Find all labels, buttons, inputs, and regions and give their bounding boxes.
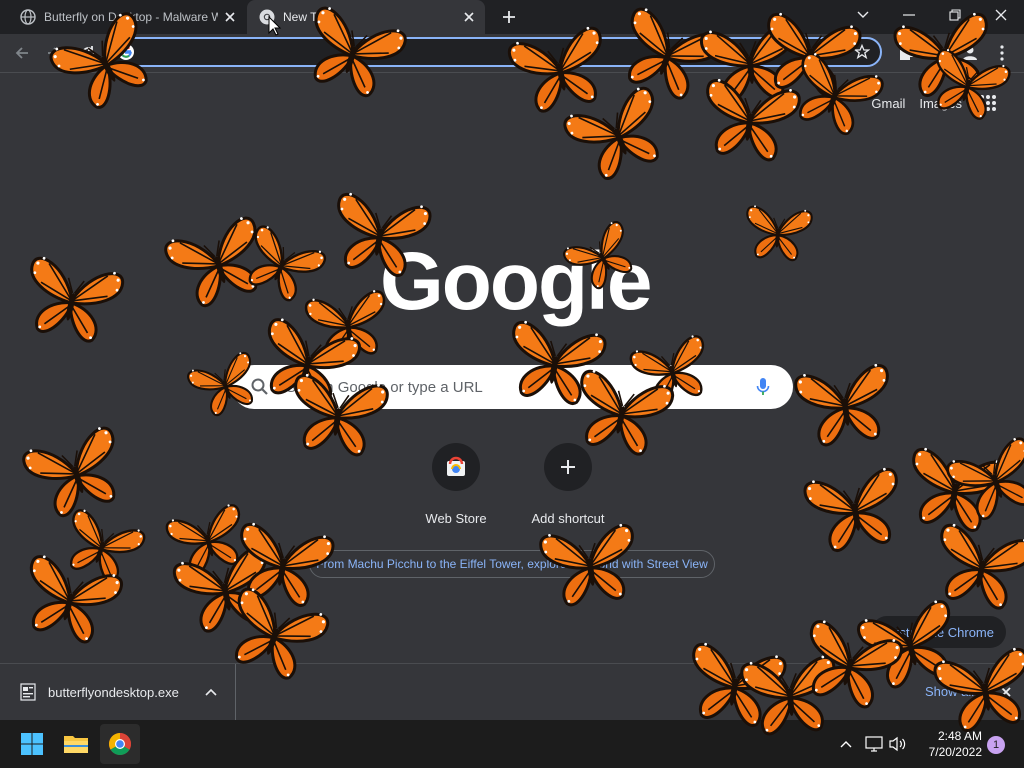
images-link[interactable]: Images	[919, 96, 962, 111]
globe-icon	[20, 9, 36, 25]
system-clock[interactable]: 2:48 AM 7/20/2022	[914, 728, 982, 760]
download-filename: butterflyondesktop.exe	[48, 684, 179, 700]
close-icon	[995, 9, 1007, 21]
ntp-header: Gmail Images	[871, 91, 1000, 115]
reload-button[interactable]	[74, 39, 102, 67]
new-tab-page: Gmail Images Google Search Google or typ…	[0, 73, 1024, 663]
profile-icon	[963, 46, 977, 60]
bookmark-star-icon[interactable]	[848, 38, 876, 66]
download-item[interactable]: butterflyondesktop.exe	[0, 664, 236, 720]
toolbar	[0, 34, 1024, 73]
chrome-menu-button[interactable]	[988, 39, 1016, 67]
minimize-icon	[903, 14, 915, 16]
clock-date: 7/20/2022	[928, 745, 982, 759]
arrow-left-icon	[15, 47, 28, 59]
tab-title: New Tab	[283, 10, 330, 24]
tab-butterfly-malware[interactable]: Butterfly on Desktop - Malware Warn	[8, 0, 246, 34]
restore-icon	[949, 9, 961, 21]
profile-button[interactable]	[956, 39, 984, 67]
google-logo: Google	[380, 236, 652, 327]
windows-logo-icon	[21, 733, 43, 755]
close-icon[interactable]	[996, 682, 1016, 702]
web-store-icon	[447, 456, 465, 476]
restore-button[interactable]	[932, 0, 978, 30]
google-apps-icon[interactable]	[976, 91, 1000, 115]
extensions-button[interactable]	[892, 39, 920, 67]
street-view-promo[interactable]: From Machu Picchu to the Eiffel Tower, e…	[309, 550, 715, 578]
search-input[interactable]	[284, 377, 749, 397]
tab-strip: Butterfly on Desktop - Malware Warn New …	[0, 0, 1024, 34]
chrome-taskbar-button[interactable]	[100, 724, 140, 764]
forward-button[interactable]	[40, 39, 68, 67]
windows-taskbar: 2:48 AM 7/20/2022	[0, 720, 1024, 768]
shortcut-label: Add shortcut	[531, 511, 605, 526]
search-icon	[250, 377, 270, 397]
show-all-downloads-link[interactable]: Show all	[925, 684, 974, 699]
search-box[interactable]	[232, 365, 793, 409]
folder-icon	[64, 736, 88, 753]
minimize-button[interactable]	[886, 0, 932, 30]
volume-icon[interactable]	[886, 732, 910, 756]
chevron-down-icon	[857, 11, 869, 18]
voice-search-icon[interactable]	[749, 373, 777, 401]
chevron-up-icon[interactable]	[201, 682, 221, 702]
back-button[interactable]	[8, 39, 36, 67]
plus-icon	[503, 11, 515, 23]
chrome-icon	[109, 733, 131, 755]
shortcut-add[interactable]: Add shortcut	[512, 443, 624, 526]
customize-chrome-button[interactable]: Customize Chrome	[870, 616, 1006, 648]
plus-icon	[561, 460, 575, 474]
kebab-menu-icon	[1000, 45, 1004, 61]
new-tab-button[interactable]	[498, 6, 520, 28]
address-bar[interactable]	[108, 37, 882, 67]
google-g-icon	[118, 44, 134, 60]
shortcut-label: Web Store	[425, 511, 487, 526]
file-explorer-button[interactable]	[56, 724, 96, 764]
chevron-up-icon[interactable]	[834, 732, 858, 756]
executable-file-icon	[20, 683, 36, 701]
close-window-button[interactable]	[978, 0, 1024, 30]
tab-new-tab[interactable]: New Tab	[247, 0, 485, 34]
arrow-right-icon	[48, 47, 61, 59]
download-bar: butterflyondesktop.exe Show all	[0, 663, 1024, 720]
close-tab-icon[interactable]	[218, 5, 242, 29]
close-tab-icon[interactable]	[457, 5, 481, 29]
notification-badge[interactable]: 1	[987, 736, 1005, 754]
clock-time: 2:48 AM	[937, 729, 982, 743]
mouse-cursor-icon	[268, 16, 282, 36]
shortcut-tile	[432, 443, 480, 491]
start-button[interactable]	[12, 724, 52, 764]
gmail-link[interactable]: Gmail	[871, 96, 905, 111]
reload-icon	[82, 46, 94, 59]
puzzle-icon	[900, 46, 914, 60]
tab-title: Butterfly on Desktop - Malware Warn	[44, 10, 218, 24]
tab-search-button[interactable]	[840, 0, 886, 30]
shortcut-web-store[interactable]: Web Store	[400, 443, 512, 526]
address-input[interactable]	[142, 43, 848, 61]
network-icon[interactable]	[862, 732, 886, 756]
shortcut-tile	[544, 443, 592, 491]
